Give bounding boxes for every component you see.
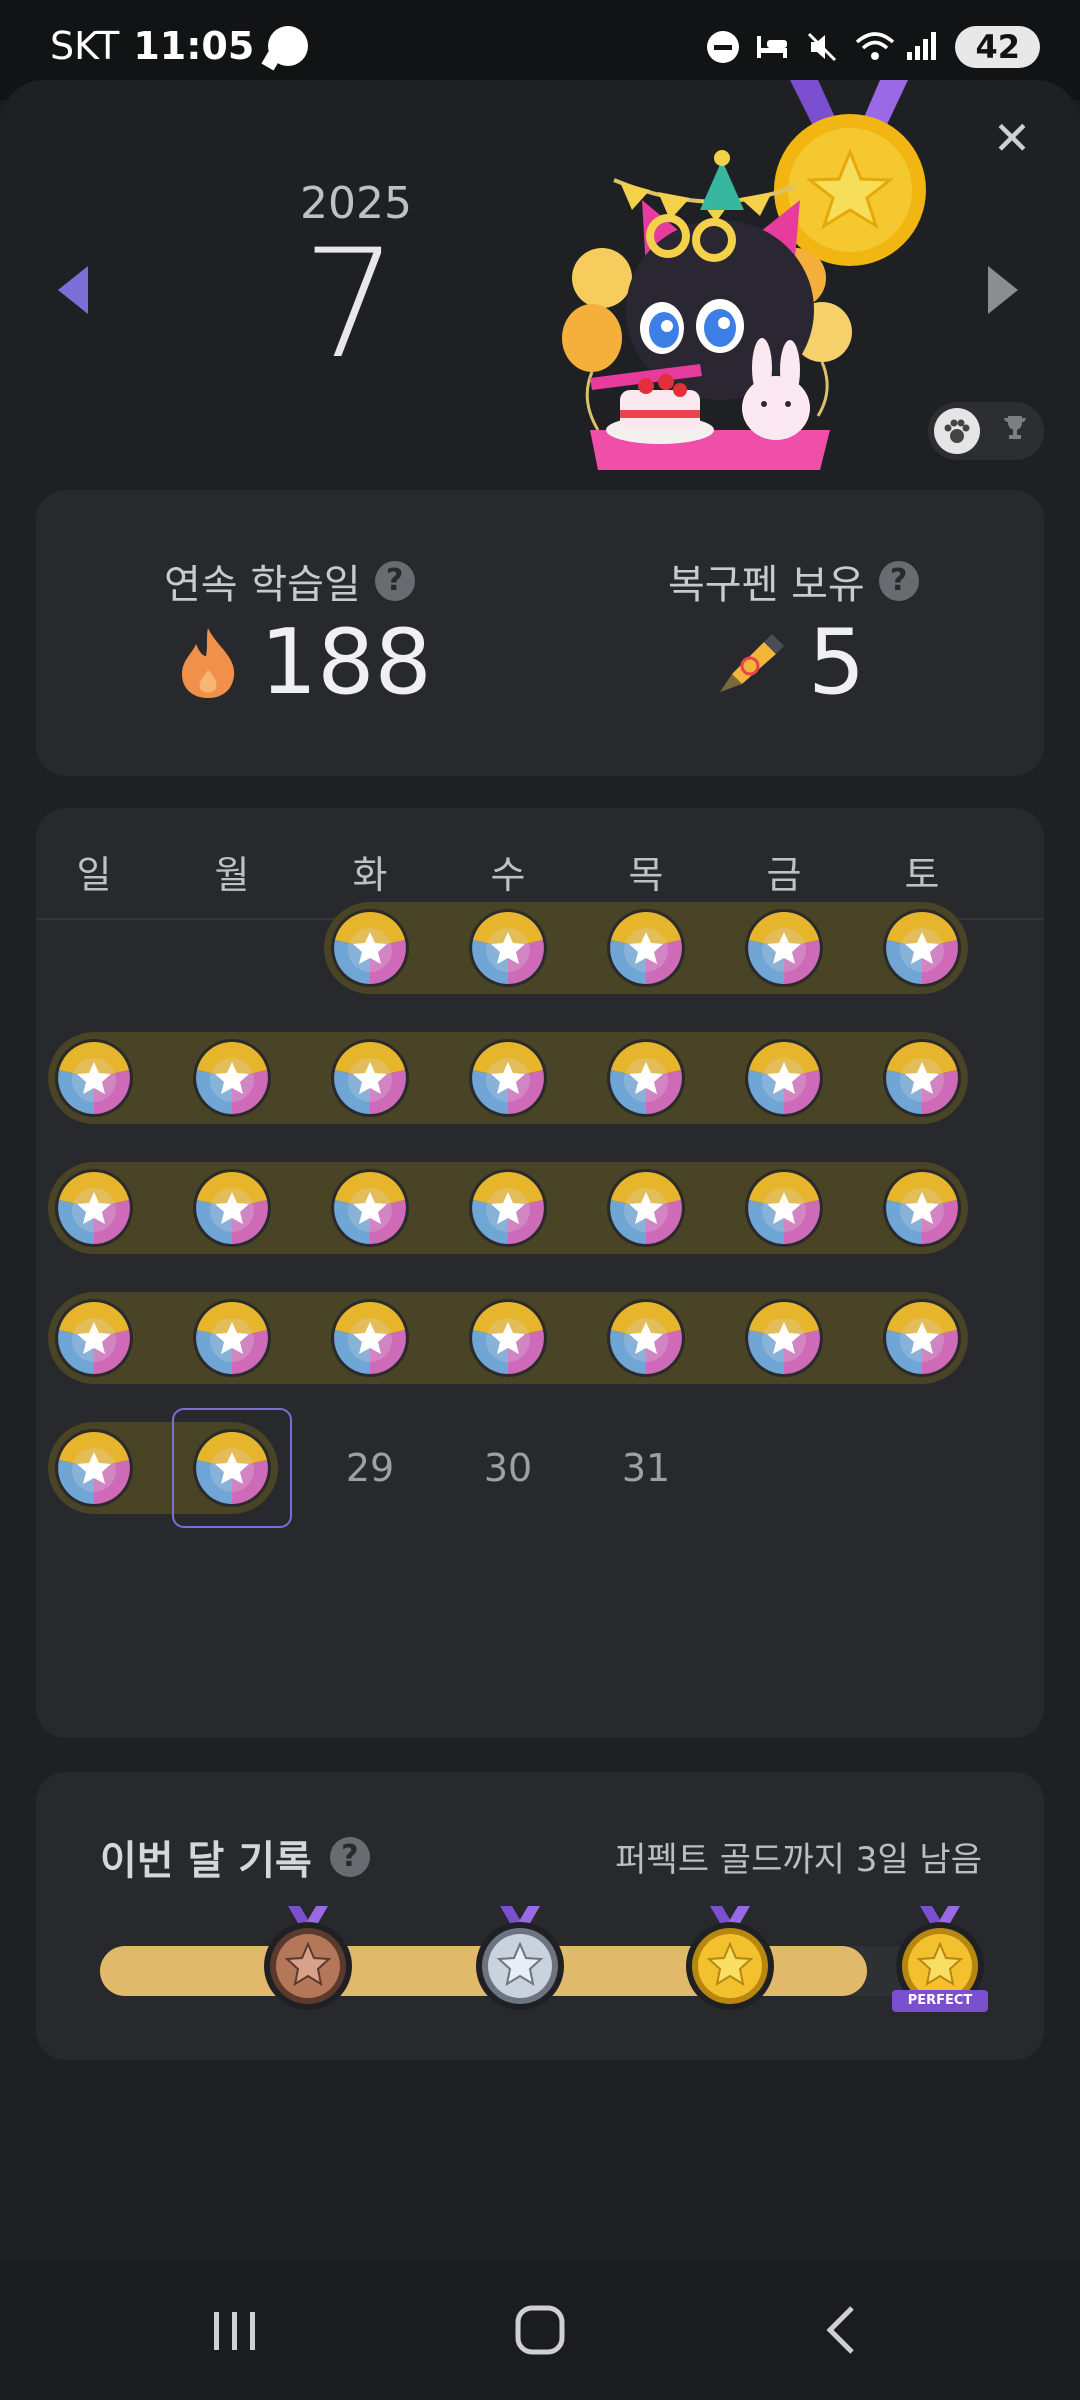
- perfect-gold-remaining: 퍼펙트 골드까지 3일 남음: [615, 1840, 982, 1880]
- status-right: 42: [707, 26, 1040, 68]
- paw-icon[interactable]: [934, 408, 980, 454]
- completed-day-medal-icon[interactable]: [882, 1038, 962, 1118]
- weekday-label: 일: [76, 853, 112, 897]
- record-title: 이번 달 기록: [100, 1838, 312, 1884]
- completed-day-medal-icon[interactable]: [606, 1168, 686, 1248]
- home-icon[interactable]: [512, 2302, 568, 2358]
- streak-days-label: 연속 학습일: [164, 562, 361, 608]
- completed-day-medal-icon[interactable]: [330, 1298, 410, 1378]
- completed-day-medal-icon[interactable]: [882, 1298, 962, 1378]
- completed-day-medal-icon[interactable]: [192, 1168, 272, 1248]
- help-icon[interactable]: ?: [878, 561, 919, 601]
- completed-day-medal-icon[interactable]: [744, 908, 824, 988]
- view-toggle[interactable]: [928, 402, 1044, 460]
- completed-day-medal-icon[interactable]: [744, 1298, 824, 1378]
- recovery-pen: 5: [712, 610, 865, 715]
- monthly-record-card: 이번 달 기록 ? 퍼펙트 골드까지 3일 남음 PERFECT: [36, 1772, 1044, 2060]
- completed-day-medal-icon[interactable]: [744, 1038, 824, 1118]
- weekday-label: 목: [628, 853, 664, 897]
- do-not-disturb-icon: [707, 31, 740, 63]
- streak-summary-card: 연속 학습일 ? 188 복구펜 보유 ? 5: [36, 490, 1044, 776]
- close-button[interactable]: ✕: [986, 112, 1038, 164]
- gold-medal-icon: [680, 1906, 780, 2016]
- help-icon[interactable]: ?: [329, 1837, 370, 1877]
- completed-day-medal-icon[interactable]: [330, 908, 410, 988]
- completed-day-medal-icon[interactable]: [192, 1298, 272, 1378]
- completed-day-medal-icon[interactable]: [54, 1168, 134, 1248]
- completed-day-medal-icon[interactable]: [468, 1038, 548, 1118]
- month-label: 7: [302, 218, 398, 392]
- record-heading: 이번 달 기록 ?: [100, 1828, 370, 1886]
- weekday-label: 월: [214, 853, 250, 897]
- fire-icon: [182, 627, 235, 698]
- chat-bubble-icon: [268, 26, 309, 66]
- signal-icon: [905, 30, 939, 64]
- streak-days: 188: [176, 610, 432, 715]
- mute-icon: [805, 30, 839, 64]
- system-navigation-bar: [0, 2260, 1080, 2400]
- completed-day-medal-icon[interactable]: [468, 1298, 548, 1378]
- recovery-pen-value: 5: [808, 610, 866, 715]
- recovery-pen-label: 복구펜 보유: [668, 562, 865, 608]
- completed-day-medal-icon[interactable]: [468, 908, 548, 988]
- completed-day-medal-icon[interactable]: [882, 908, 962, 988]
- trophy-icon[interactable]: [1000, 412, 1030, 449]
- completed-day-medal-icon[interactable]: [606, 1298, 686, 1378]
- wifi-icon: [855, 30, 895, 64]
- streak-days-heading: 연속 학습일 ?: [164, 552, 415, 610]
- status-left: SKT 11:05: [50, 24, 309, 68]
- next-month-button[interactable]: [988, 266, 1018, 314]
- recent-apps-icon[interactable]: [210, 2302, 260, 2358]
- recovery-pen-heading: 복구펜 보유 ?: [668, 552, 919, 610]
- help-icon[interactable]: ?: [374, 561, 415, 601]
- weekday-label: 토: [904, 853, 940, 897]
- streak-days-value: 188: [260, 610, 432, 715]
- completed-day-medal-icon[interactable]: [744, 1168, 824, 1248]
- back-icon[interactable]: [820, 2302, 864, 2358]
- completed-day-medal-icon[interactable]: [606, 1038, 686, 1118]
- calendar-day[interactable]: 29: [330, 1446, 410, 1490]
- silver-medal-icon: [470, 1906, 570, 2016]
- perfect-label: PERFECT: [892, 1990, 988, 2012]
- completed-day-medal-icon[interactable]: [330, 1038, 410, 1118]
- weekday-label: 화: [352, 853, 388, 897]
- completed-day-medal-icon[interactable]: [54, 1298, 134, 1378]
- completed-day-medal-icon[interactable]: [330, 1168, 410, 1248]
- today-highlight: [172, 1408, 292, 1528]
- bronze-medal-icon: [258, 1906, 358, 2016]
- monthly-calendar: 일 월 화 수 목 금 토 29 30 31: [36, 808, 1044, 1738]
- completed-day-medal-icon[interactable]: [54, 1428, 134, 1508]
- mascot-illustration: [562, 80, 926, 470]
- carrier: SKT: [50, 24, 120, 68]
- completed-day-medal-icon[interactable]: [54, 1038, 134, 1118]
- highlighter-pen-icon: [720, 633, 784, 692]
- calendar-day[interactable]: 31: [606, 1446, 686, 1490]
- clock: 11:05: [133, 24, 255, 68]
- sleep-mode-icon: [755, 30, 789, 64]
- completed-day-medal-icon[interactable]: [882, 1168, 962, 1248]
- completed-day-medal-icon[interactable]: [606, 908, 686, 988]
- previous-month-button[interactable]: [58, 266, 88, 314]
- weekday-label: 금: [766, 853, 802, 897]
- weekday-label: 수: [490, 853, 526, 897]
- calendar-day[interactable]: 30: [468, 1446, 548, 1490]
- completed-day-medal-icon[interactable]: [468, 1168, 548, 1248]
- battery-indicator: 42: [955, 26, 1040, 68]
- completed-day-medal-icon[interactable]: [192, 1038, 272, 1118]
